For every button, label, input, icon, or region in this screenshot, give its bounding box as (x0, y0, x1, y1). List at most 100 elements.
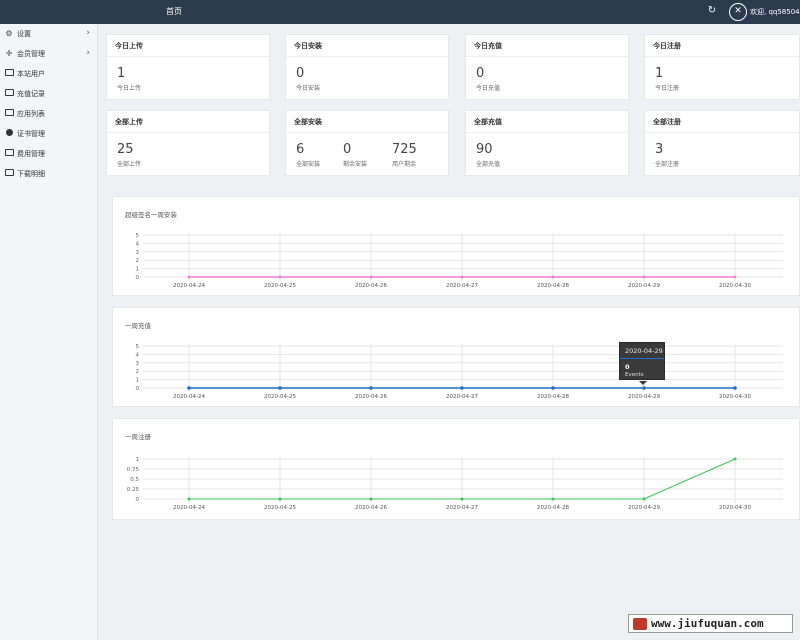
user-menu[interactable]: 欢迎, qq5850457 ▾ (750, 7, 800, 17)
monitor-icon (4, 169, 14, 179)
y-tick-label: 5 (136, 233, 140, 239)
watermark: www.jiufuquan.com (628, 614, 793, 633)
sidebar-item-certificates[interactable]: 证书管理 (0, 124, 97, 144)
card-value: 0 (296, 66, 305, 81)
card-value: 0 (476, 66, 485, 81)
y-tick-label: 2 (136, 258, 140, 264)
watermark-logo-icon (633, 618, 647, 630)
x-tick-label: 2020-04-24 (173, 505, 205, 511)
chevron-right-icon: › (86, 28, 90, 38)
data-point[interactable] (369, 386, 373, 390)
data-point[interactable] (460, 497, 464, 501)
tooltip-value: 0 (625, 363, 630, 371)
card-subtitle: 全部上传 (117, 161, 142, 168)
card-value-remaining-install: 0 (343, 142, 352, 157)
tooltip-label: Events (625, 372, 644, 378)
sidebar-item-site-users[interactable]: 本站用户 (0, 64, 97, 84)
card-value: 3 (655, 142, 664, 157)
data-point[interactable] (642, 386, 646, 390)
monitor-icon (4, 89, 14, 99)
weekly-register-chart: 0 0.25 0.5 0.75 1 2020-04-24 2020-04-25 2020-04… (127, 457, 783, 511)
card-today-upload: 今日上传 1 今日上传 (106, 34, 270, 100)
card-title: 全部上传 (115, 118, 143, 126)
sidebar-item-label: 费用管理 (17, 150, 45, 158)
data-point[interactable] (733, 275, 737, 279)
card-value: 25 (117, 142, 134, 157)
sidebar-item-fees[interactable]: 费用管理 (0, 144, 97, 164)
card-subtitle: 全部注册 (655, 161, 680, 168)
card-subtitle-remaining-install: 剩余安装 (343, 161, 368, 168)
tooltip-date: 2020-04-29 (625, 347, 663, 355)
card-all-install: 全部安装 6 全部安装 0 剩余安装 725 用户剩余 (285, 110, 449, 176)
card-all-register: 全部注册 3 全部注册 (644, 110, 800, 176)
x-tick-label: 2020-04-25 (264, 505, 296, 511)
sidebar-item-app-list[interactable]: 应用列表 (0, 104, 97, 124)
x-tick-label: 2020-04-26 (355, 505, 387, 511)
y-tick-label: 0 (136, 275, 140, 281)
card-title: 全部充值 (474, 118, 502, 126)
sidebar-item-downloads[interactable]: 下载明细 (0, 164, 97, 184)
data-point[interactable] (642, 275, 646, 279)
sidebar-item-recharge-records[interactable]: 充值记录 (0, 84, 97, 104)
card-all-recharge: 全部充值 90 全部充值 (465, 110, 629, 176)
x-tick-label: 2020-04-25 (264, 394, 296, 400)
y-tick-label: 5 (136, 344, 140, 350)
x-tick-label: 2020-04-26 (355, 394, 387, 400)
card-title: 全部安装 (294, 118, 322, 126)
card-value-user-remaining: 725 (392, 142, 417, 157)
sidebar-item-label: 应用列表 (17, 110, 45, 118)
card-today-recharge: 今日充值 0 今日充值 (465, 34, 629, 100)
data-point[interactable] (278, 497, 282, 501)
sidebar-item-settings[interactable]: ⚙ 设置 › (0, 24, 97, 44)
card-value-total-install: 6 (296, 142, 305, 157)
x-tick-label: 2020-04-30 (719, 505, 751, 511)
y-tick-label: 4 (136, 241, 140, 247)
data-point[interactable] (551, 275, 555, 279)
y-tick-label: 4 (136, 352, 140, 358)
user-avatar-icon[interactable]: ✕ (729, 3, 747, 21)
data-point[interactable] (551, 497, 555, 501)
x-tick-label: 2020-04-30 (719, 283, 751, 289)
sidebar-item-label: 下载明细 (17, 170, 45, 178)
data-point[interactable] (733, 386, 737, 390)
top-navbar: 首页 ↻ ✕ 欢迎, qq5850457 ▾ (0, 0, 800, 24)
x-tick-label: 2020-04-29 (628, 394, 660, 400)
sidebar-item-label: 本站用户 (17, 70, 45, 78)
data-point[interactable] (460, 275, 464, 279)
sidebar-item-members[interactable]: ✛ 会员管理 › (0, 44, 97, 64)
monitor-icon (4, 149, 14, 159)
data-point[interactable] (369, 275, 373, 279)
data-point[interactable] (551, 386, 555, 390)
refresh-icon[interactable]: ↻ (705, 4, 719, 18)
y-tick-label: 0.25 (127, 487, 140, 493)
card-title: 全部注册 (653, 118, 681, 126)
home-tab[interactable]: 首页 (166, 6, 182, 17)
move-icon: ✛ (5, 49, 13, 58)
sidebar-item-label: 设置 (17, 30, 31, 38)
y-tick-label: 0.75 (127, 467, 140, 473)
x-tick-label: 2020-04-28 (537, 283, 569, 289)
card-title: 今日安装 (294, 42, 322, 50)
y-tick-label: 3 (136, 361, 140, 367)
data-point[interactable] (187, 497, 191, 501)
sidebar: ⚙ 设置 › ✛ 会员管理 › 本站用户 充值记录 应用列表 证书管理 费用管理… (0, 24, 98, 640)
card-value: 1 (117, 66, 126, 81)
data-point[interactable] (733, 457, 737, 461)
data-point[interactable] (460, 386, 464, 390)
chevron-right-icon: › (86, 48, 90, 58)
data-point[interactable] (369, 497, 373, 501)
data-point[interactable] (187, 275, 191, 279)
data-point[interactable] (278, 386, 282, 390)
card-value: 1 (655, 66, 664, 81)
y-tick-label: 0 (136, 386, 140, 392)
y-tick-label: 1 (136, 267, 140, 273)
sidebar-item-label: 充值记录 (17, 90, 45, 98)
monitor-icon (4, 69, 14, 79)
chart-panel-weekly-install: 超级签名一周安装 0 1 2 3 4 5 2020-04-24 2020-04-25 2020-… (112, 196, 800, 296)
card-all-upload: 全部上传 25 全部上传 (106, 110, 270, 176)
data-point[interactable] (642, 497, 646, 501)
y-tick-label: 1 (136, 457, 140, 463)
data-point[interactable] (278, 275, 282, 279)
data-point[interactable] (187, 386, 191, 390)
card-subtitle: 今日安装 (296, 85, 321, 92)
